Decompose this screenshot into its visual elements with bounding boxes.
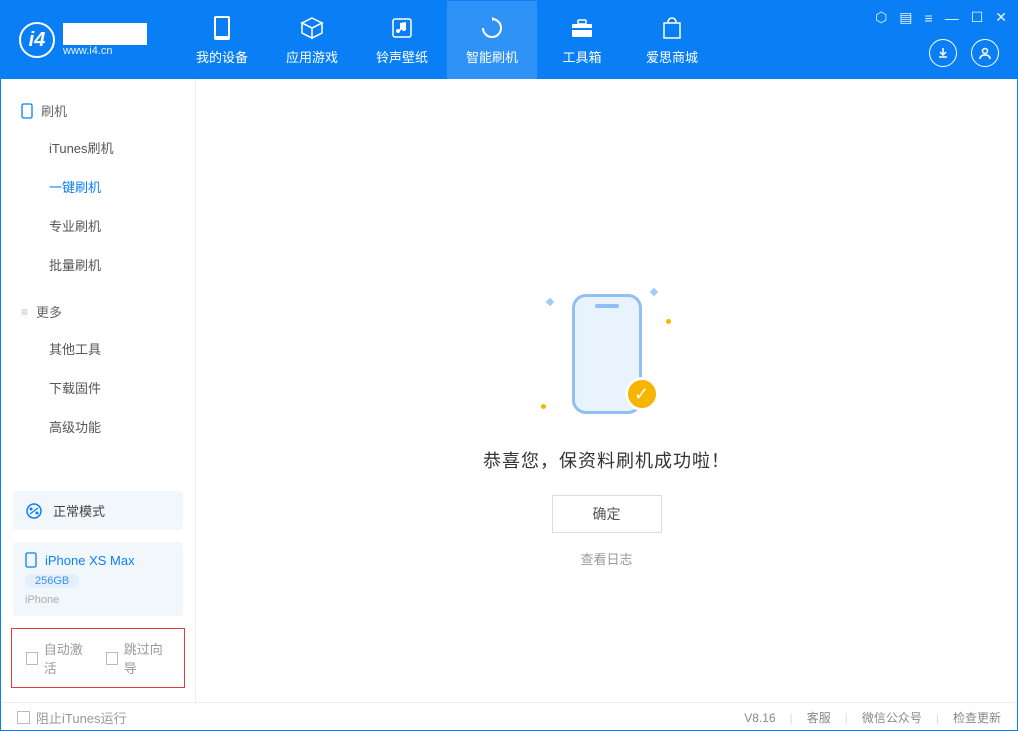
cube-icon [299, 15, 325, 41]
check-icon: ✓ [625, 377, 659, 411]
nav-label: 工具箱 [562, 47, 601, 66]
nav-tab-apps[interactable]: 应用游戏 [267, 1, 357, 79]
phone-icon [25, 552, 37, 568]
statusbar: 阻止iTunes运行 V8.16 | 客服 | 微信公众号 | 检查更新 [1, 702, 1017, 732]
nav-label: 智能刷机 [466, 47, 518, 66]
view-log-link[interactable]: 查看日志 [580, 549, 632, 568]
window-controls: ⬡ ▤ ≡ — ☐ ✕ [875, 9, 1007, 26]
mode-icon [25, 502, 43, 520]
sidebar: 刷机 iTunes刷机 一键刷机 专业刷机 批量刷机 ≡ 更多 其他工具 下载固… [1, 79, 196, 702]
logo-area: i4 爱思助手 www.i4.cn [19, 22, 147, 58]
user-button[interactable] [971, 39, 999, 67]
shirt-icon[interactable]: ⬡ [875, 9, 887, 26]
status-link-update[interactable]: 检查更新 [953, 709, 1001, 726]
bag-icon [659, 15, 685, 41]
nav-tabs: 我的设备 应用游戏 铃声壁纸 智能刷机 工具箱 爱思商城 [177, 1, 717, 79]
checkbox-block-itunes[interactable]: 阻止iTunes运行 [17, 708, 127, 727]
checkbox-skip-guide[interactable]: 跳过向导 [106, 639, 170, 677]
status-link-wechat[interactable]: 微信公众号 [862, 709, 922, 726]
capacity-badge: 256GB [25, 574, 79, 588]
nav-tab-store[interactable]: 爱思商城 [627, 1, 717, 79]
nav-label: 应用游戏 [286, 47, 338, 66]
nav-label: 我的设备 [196, 47, 248, 66]
checkbox-row-highlighted: 自动激活 跳过向导 [11, 628, 185, 688]
status-link-service[interactable]: 客服 [807, 709, 831, 726]
list-icon: ≡ [21, 305, 28, 319]
nav-tab-flash[interactable]: 智能刷机 [447, 1, 537, 79]
nav-tab-ringtones[interactable]: 铃声壁纸 [357, 1, 447, 79]
mode-label: 正常模式 [53, 501, 105, 520]
success-panel: ✓ 恭喜您，保资料刷机成功啦！ 确定 查看日志 [196, 279, 1017, 568]
main-content: ✓ 恭喜您，保资料刷机成功啦！ 确定 查看日志 [196, 79, 1017, 702]
phone-icon [21, 103, 33, 119]
ok-button[interactable]: 确定 [552, 495, 662, 533]
app-site: www.i4.cn [63, 45, 147, 57]
checkbox-icon [26, 652, 38, 665]
sidebar-item-pro-flash[interactable]: 专业刷机 [1, 206, 195, 245]
toolbox-icon [569, 15, 595, 41]
mode-card[interactable]: 正常模式 [13, 491, 183, 530]
sidebar-item-download-firmware[interactable]: 下载固件 [1, 368, 195, 407]
maximize-button[interactable]: ☐ [971, 9, 984, 26]
sidebar-group-flash: 刷机 [1, 93, 195, 128]
version-label: V8.16 [744, 711, 775, 725]
music-icon [389, 15, 415, 41]
checkbox-icon [106, 652, 118, 665]
device-card[interactable]: iPhone XS Max 256GB iPhone [13, 542, 183, 616]
nav-tab-my-device[interactable]: 我的设备 [177, 1, 267, 79]
titlebar: i4 爱思助手 www.i4.cn 我的设备 应用游戏 铃声壁纸 智能刷机 工具… [1, 1, 1017, 79]
nav-label: 爱思商城 [646, 47, 698, 66]
sidebar-item-advanced[interactable]: 高级功能 [1, 407, 195, 446]
refresh-icon [479, 15, 505, 41]
sidebar-item-itunes-flash[interactable]: iTunes刷机 [1, 128, 195, 167]
device-name-label: iPhone XS Max [45, 553, 135, 568]
menu-icon[interactable]: ≡ [925, 10, 933, 26]
sidebar-item-oneclick-flash[interactable]: 一键刷机 [1, 167, 195, 206]
checkbox-icon [17, 711, 30, 724]
list-icon[interactable]: ▤ [899, 9, 912, 26]
nav-tab-toolbox[interactable]: 工具箱 [537, 1, 627, 79]
success-illustration: ✓ [547, 279, 667, 429]
sidebar-item-batch-flash[interactable]: 批量刷机 [1, 245, 195, 284]
nav-label: 铃声壁纸 [376, 47, 428, 66]
close-button[interactable]: ✕ [995, 9, 1007, 26]
sidebar-group-more: ≡ 更多 [1, 294, 195, 329]
minimize-button[interactable]: — [945, 10, 959, 26]
checkbox-auto-activate[interactable]: 自动激活 [26, 639, 90, 677]
device-icon [209, 15, 235, 41]
success-message: 恭喜您，保资料刷机成功啦！ [483, 447, 730, 473]
logo-icon: i4 [19, 22, 55, 58]
download-button[interactable] [929, 39, 957, 67]
sidebar-item-other-tools[interactable]: 其他工具 [1, 329, 195, 368]
device-type-label: iPhone [25, 594, 59, 606]
app-name: 爱思助手 [63, 23, 147, 45]
